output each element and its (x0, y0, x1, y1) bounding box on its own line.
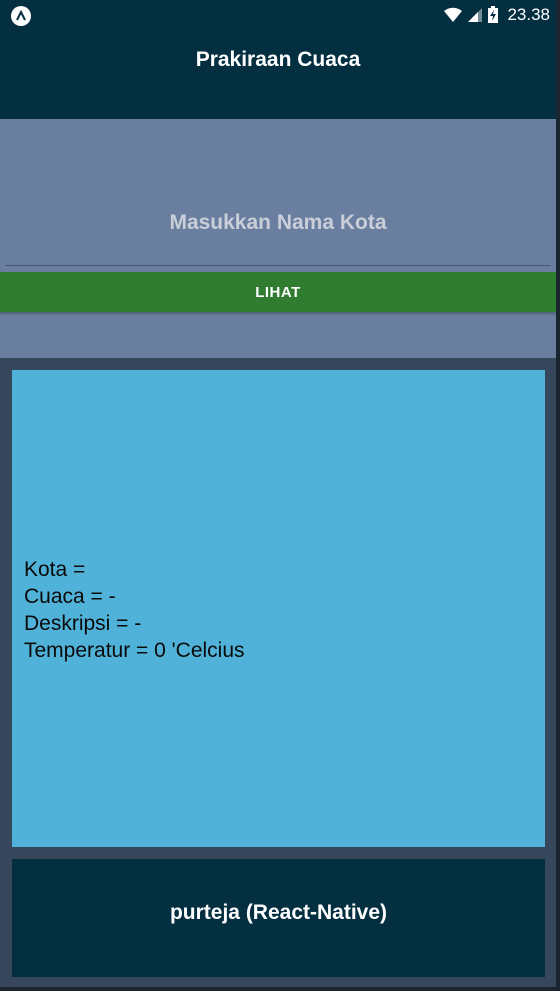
footer-credit: purteja (React-Native) (169, 901, 388, 924)
temperature-line: Temperatur = 0 'Celcius (24, 639, 245, 662)
wifi-icon (444, 7, 463, 23)
city-line: Kota = (24, 558, 86, 581)
frame-edge-bottom (0, 987, 560, 991)
weather-line: Cuaca = - (24, 585, 116, 608)
app-badge-icon (11, 6, 31, 26)
page-title: Prakiraan Cuaca (195, 48, 361, 71)
weather-info: Kota = Cuaca = - Deskripsi = - Temperatu… (24, 556, 245, 664)
weather-result-card: Kota = Cuaca = - Deskripsi = - Temperatu… (12, 370, 545, 847)
status-time: 23.38 (507, 5, 550, 24)
city-name-input[interactable] (5, 180, 551, 266)
app-header: 23.38 Prakiraan Cuaca (0, 0, 556, 119)
lihat-button[interactable]: LIHAT (0, 272, 556, 312)
status-bar: 23.38 (0, 0, 556, 30)
footer-card: purteja (React-Native) (12, 859, 545, 977)
description-line: Deskripsi = - (24, 612, 142, 635)
status-icons: 23.38 (443, 4, 550, 26)
frame-edge-right (556, 0, 560, 991)
battery-charging-icon (488, 6, 499, 23)
signal-icon (468, 8, 483, 22)
